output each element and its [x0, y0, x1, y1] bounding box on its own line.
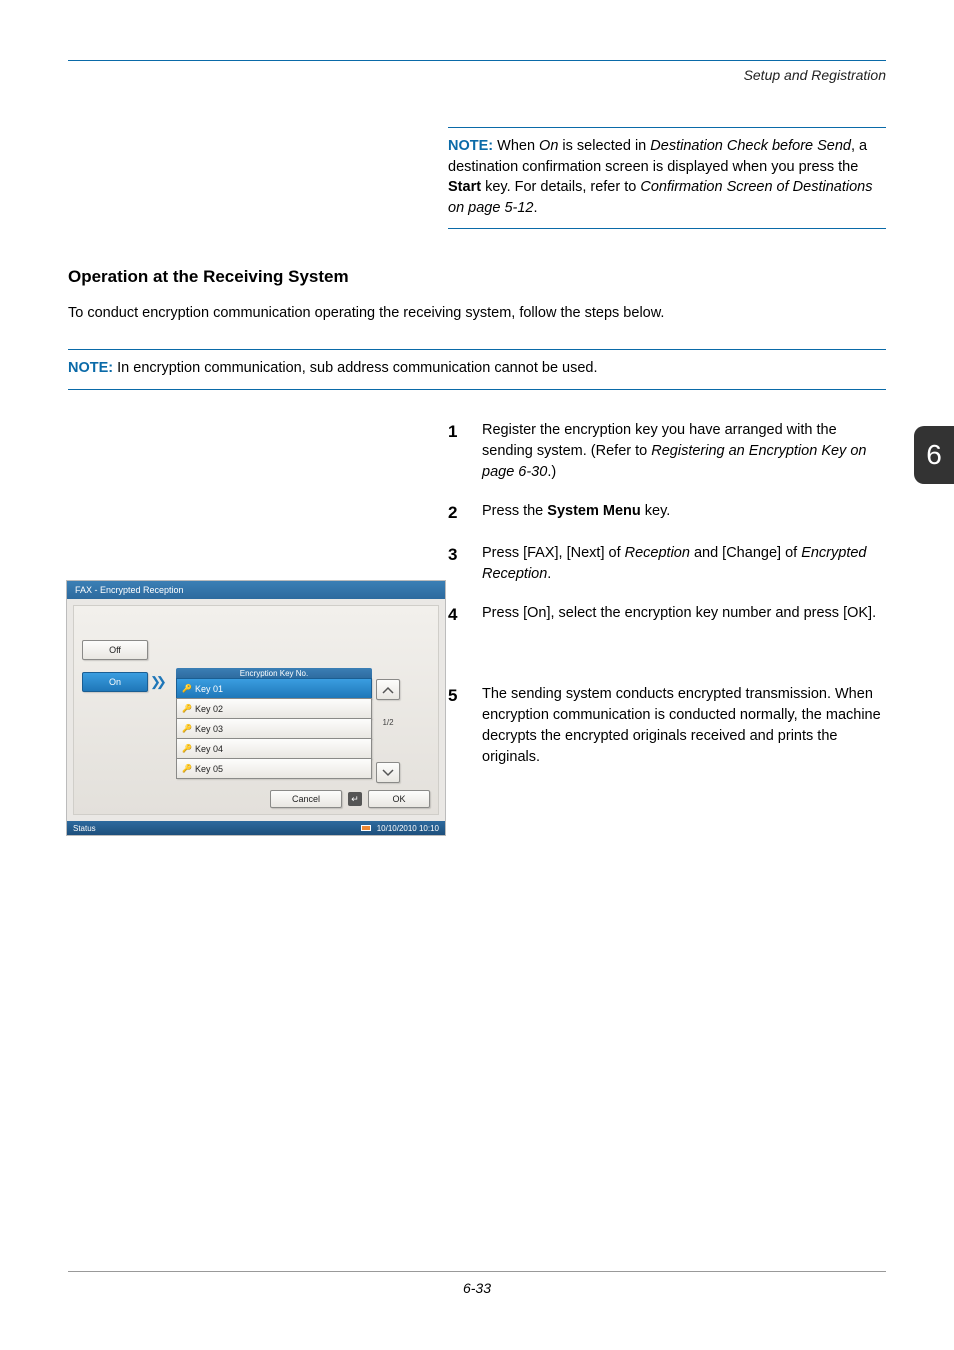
note-box-1: NOTE: When On is selected in Destination…	[448, 127, 886, 229]
note1-end: .	[533, 200, 537, 216]
note1-mid3: key. For details, refer to	[481, 179, 640, 195]
key-03-label: Key 03	[195, 724, 223, 734]
note1-italic1: On	[539, 138, 558, 154]
note1-bold1: Start	[448, 179, 481, 195]
step-2-num: 2	[448, 501, 482, 526]
key-icon: 🔑	[183, 705, 191, 713]
note2-text: In encryption communication, sub address…	[113, 360, 597, 376]
dialog-body: Off On ❯❯ Encryption Key No. 🔑Key 01 🔑Ke…	[73, 605, 439, 815]
step-5: 5 The sending system conducts encrypted …	[448, 684, 886, 768]
enter-icon: ↵	[348, 792, 362, 806]
s1-t2: .)	[547, 464, 556, 480]
header-rule	[68, 60, 886, 61]
step-5-body: The sending system conducts encrypted tr…	[482, 684, 886, 768]
ok-button[interactable]: OK	[368, 790, 430, 808]
step-5-block: 5 The sending system conducts encrypted …	[448, 684, 886, 768]
key-icon: 🔑	[183, 685, 191, 693]
key-row-01[interactable]: 🔑 Key 01	[176, 678, 372, 699]
note-label: NOTE:	[448, 138, 493, 154]
s3-t3: .	[547, 566, 551, 582]
key-row-03[interactable]: 🔑 Key 03	[176, 718, 372, 739]
step-5-num: 5	[448, 684, 482, 768]
scroll-down-button[interactable]	[376, 762, 400, 783]
steps-block: 1 Register the encryption key you have a…	[448, 420, 886, 628]
status-datetime: 10/10/2010 10:10	[377, 824, 439, 833]
step-3-body: Press [FAX], [Next] of Reception and [Ch…	[482, 543, 886, 585]
step-1: 1 Register the encryption key you have a…	[448, 420, 886, 483]
on-indicator-icon: ❯❯	[150, 672, 168, 692]
key-icon: 🔑	[183, 765, 191, 773]
chevron-up-icon	[382, 686, 394, 694]
note1-mid1: is selected in	[558, 138, 650, 154]
key-row-05[interactable]: 🔑 Key 05	[176, 758, 372, 779]
dialog-titlebar: FAX - Encrypted Reception	[67, 581, 445, 599]
step-4-num: 4	[448, 603, 482, 628]
off-button[interactable]: Off	[82, 640, 148, 660]
key-05-label: Key 05	[195, 764, 223, 774]
s3-i1: Reception	[625, 545, 690, 561]
step-4-body: Press [On], select the encryption key nu…	[482, 603, 886, 628]
dialog-figure: FAX - Encrypted Reception Off On ❯❯ Encr…	[66, 580, 446, 836]
step-3: 3 Press [FAX], [Next] of Reception and […	[448, 543, 886, 585]
s2-t1: Press the	[482, 503, 547, 519]
heading-operation-receiving: Operation at the Receiving System	[68, 267, 886, 287]
key-01-label: Key 01	[195, 684, 223, 694]
key-icon: 🔑	[183, 725, 191, 733]
step-4: 4 Press [On], select the encryption key …	[448, 603, 886, 628]
cancel-button[interactable]: Cancel	[270, 790, 342, 808]
status-bar: Status 10/10/2010 10:10	[67, 821, 445, 835]
s4-t1: Press [On], select the encryption key nu…	[482, 605, 876, 621]
key-row-04[interactable]: 🔑 Key 04	[176, 738, 372, 759]
on-button[interactable]: On	[82, 672, 148, 692]
s5-t1: The sending system conducts encrypted tr…	[482, 686, 881, 765]
status-label[interactable]: Status	[73, 824, 96, 833]
s2-b1: System Menu	[547, 503, 640, 519]
step-2: 2 Press the System Menu key.	[448, 501, 886, 526]
toner-icon	[361, 825, 371, 831]
key-icon: 🔑	[183, 745, 191, 753]
step-1-num: 1	[448, 420, 482, 483]
scroll-up-button[interactable]	[376, 679, 400, 700]
page-indicator: 1/2	[376, 718, 400, 727]
note-box-2: NOTE: In encryption communication, sub a…	[68, 349, 886, 390]
page-footer: 6-33	[68, 1271, 886, 1296]
key-04-label: Key 04	[195, 744, 223, 754]
note1-italic2: Destination Check before Send	[650, 138, 851, 154]
step-1-body: Register the encryption key you have arr…	[482, 420, 886, 483]
encryption-key-list: 🔑 Key 01 🔑 Key 02 🔑 Key 03 🔑 Key 04 🔑 Key 05	[176, 679, 372, 779]
intro-text: To conduct encryption communication oper…	[68, 303, 886, 325]
chevron-down-icon	[382, 769, 394, 777]
step-3-num: 3	[448, 543, 482, 585]
chapter-tab: 6	[914, 426, 954, 484]
s3-t2: and [Change] of	[690, 545, 801, 561]
note1-text: When	[493, 138, 539, 154]
key-02-label: Key 02	[195, 704, 223, 714]
note2-label: NOTE:	[68, 360, 113, 376]
dialog-footer: Cancel ↵ OK	[270, 790, 430, 808]
s3-t1: Press [FAX], [Next] of	[482, 545, 625, 561]
key-row-02[interactable]: 🔑 Key 02	[176, 698, 372, 719]
s2-t2: key.	[641, 503, 671, 519]
step-2-body: Press the System Menu key.	[482, 501, 886, 526]
running-head: Setup and Registration	[68, 65, 886, 83]
